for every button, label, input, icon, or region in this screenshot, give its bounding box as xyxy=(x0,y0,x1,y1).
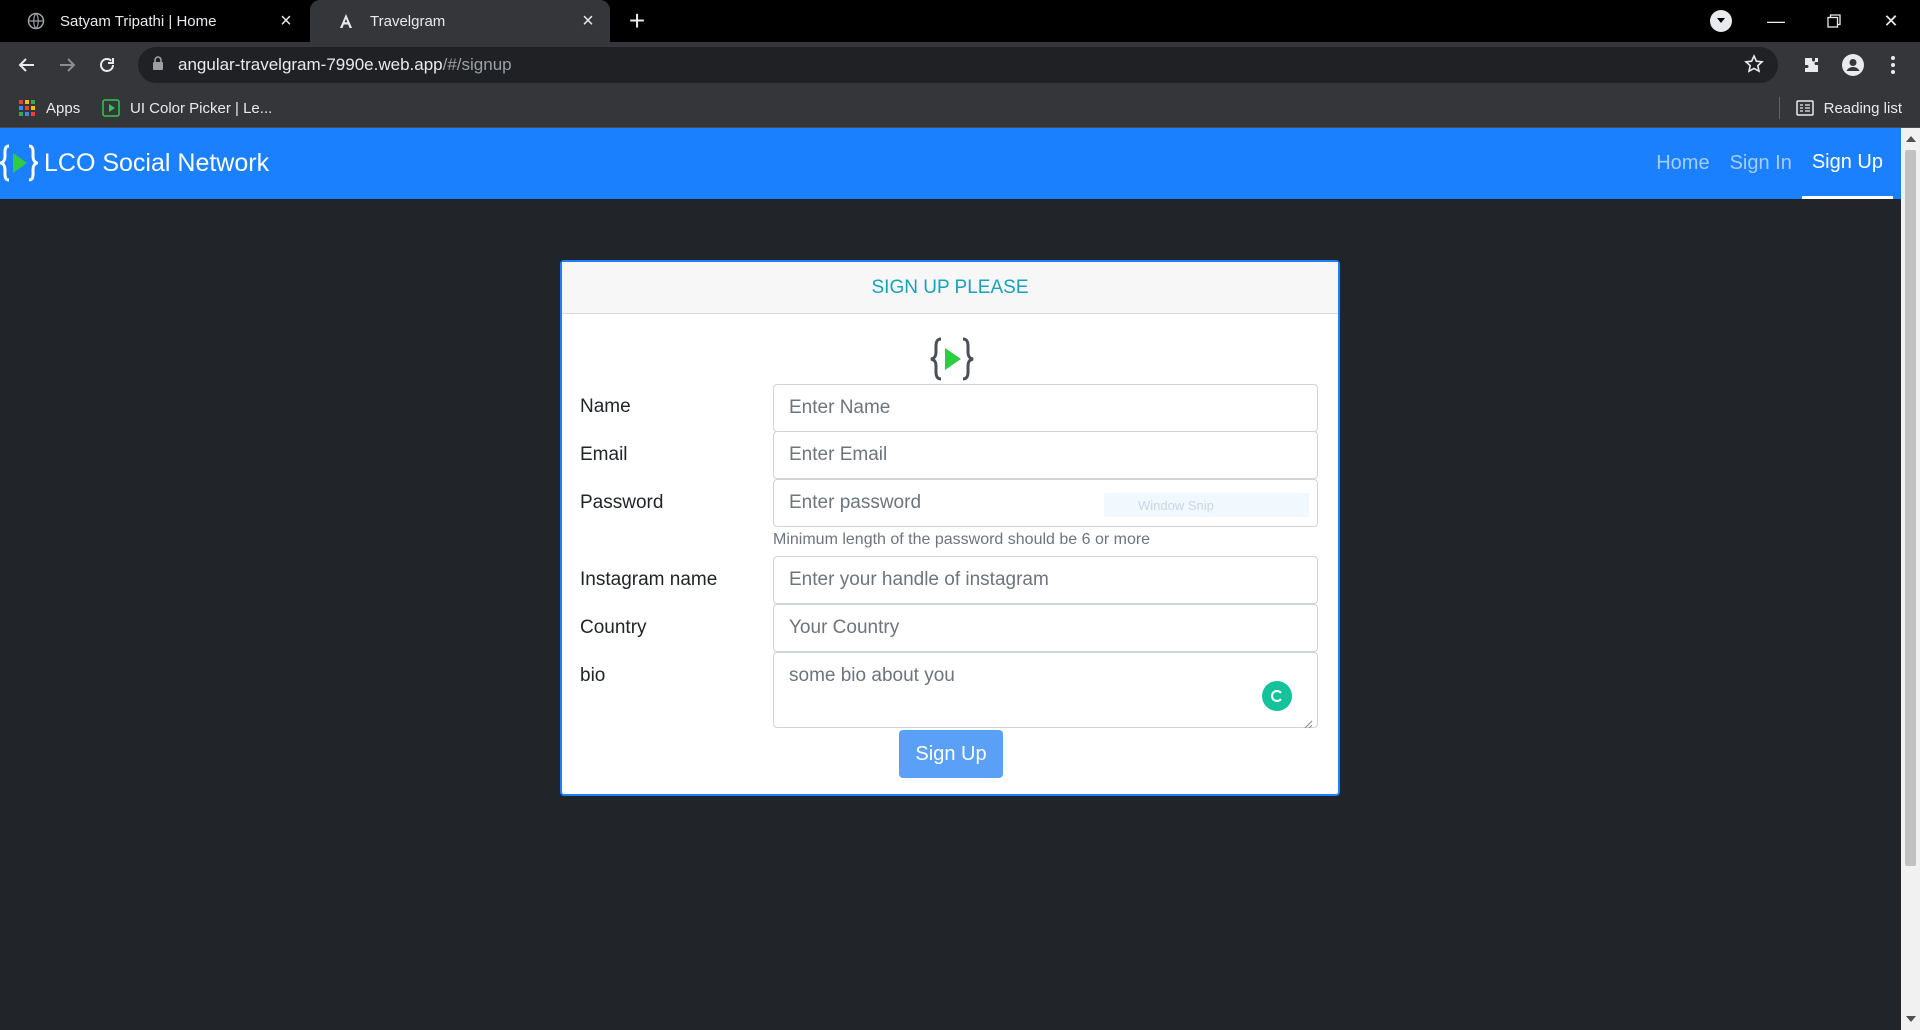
close-tab-icon[interactable]: × xyxy=(274,9,298,33)
instagram-input[interactable]: Enter your handle of instagram xyxy=(773,556,1318,604)
bookmark-label: Apps xyxy=(46,99,81,117)
restore-icon[interactable] xyxy=(1811,0,1857,42)
country-label: Country xyxy=(580,617,647,638)
name-label: Name xyxy=(580,396,631,417)
reading-list-label: Reading list xyxy=(1823,99,1902,117)
profile-icon[interactable] xyxy=(1840,52,1866,78)
close-tab-icon[interactable]: × xyxy=(576,9,600,33)
site-navbar: LCO Social Network Home Sign In Sign Up xyxy=(0,128,1901,199)
sign-up-button[interactable]: Sign Up xyxy=(899,730,1003,778)
signup-logo-icon xyxy=(930,336,974,387)
back-icon[interactable] xyxy=(12,50,42,80)
close-window-icon[interactable]: ✕ xyxy=(1868,0,1914,42)
forward-icon[interactable] xyxy=(52,50,82,80)
scrollbar-thumb[interactable] xyxy=(1905,150,1916,866)
scroll-up-icon[interactable] xyxy=(1906,136,1916,142)
address-bar[interactable]: angular-travelgram-7990e.web.app/#/signu… xyxy=(138,47,1778,83)
new-tab-icon[interactable]: + xyxy=(622,5,652,36)
signup-card: SIGN UP PLEASE Name Enter Name Email Ent… xyxy=(560,260,1340,796)
green-play-icon xyxy=(102,99,120,117)
brand-logo-icon xyxy=(0,143,38,183)
instagram-label: Instagram name xyxy=(580,569,718,590)
reload-icon[interactable] xyxy=(92,50,122,80)
url-text: angular-travelgram-7990e.web.app/#/signu… xyxy=(178,55,512,75)
signup-card-header: SIGN UP PLEASE xyxy=(562,262,1338,314)
bio-placeholder: some bio about you xyxy=(789,665,955,686)
menu-kebab-icon[interactable] xyxy=(1880,52,1906,78)
brand-title: LCO Social Network xyxy=(44,148,270,177)
reading-list-icon xyxy=(1795,100,1814,116)
navbar-links: Home Sign In Sign Up xyxy=(1646,128,1893,199)
tab-satyam-home[interactable]: Satyam Tripathi | Home × xyxy=(0,0,308,42)
tab-travelgram[interactable]: Travelgram × xyxy=(310,0,610,42)
angular-icon xyxy=(336,11,356,31)
browser-tab-strip: Satyam Tripathi | Home × Travelgram × + … xyxy=(0,0,1920,42)
tab-title: Travelgram xyxy=(370,12,446,30)
extensions-icon[interactable] xyxy=(1798,52,1824,78)
bio-textarea[interactable]: some bio about you xyxy=(773,652,1318,729)
tab-search-icon[interactable] xyxy=(1710,10,1732,32)
url-path: /#/signup xyxy=(442,55,512,74)
globe-icon xyxy=(26,11,46,31)
nav-link-home[interactable]: Home xyxy=(1646,128,1719,199)
browser-toolbar: angular-travelgram-7990e.web.app/#/signu… xyxy=(0,42,1920,88)
url-host: angular-travelgram-7990e.web.app xyxy=(178,55,443,74)
bio-label: bio xyxy=(580,665,606,686)
minimize-icon[interactable]: — xyxy=(1753,0,1799,42)
bookmark-apps[interactable]: Apps xyxy=(18,88,80,128)
country-input[interactable]: Your Country xyxy=(773,604,1318,652)
bookmark-ui-color-picker[interactable]: UI Color Picker | Le... xyxy=(102,88,272,128)
page-scrollbar[interactable] xyxy=(1901,128,1920,1030)
snip-tooltip-ghost: Window Snip xyxy=(1104,493,1309,517)
bookmark-label: UI Color Picker | Le... xyxy=(130,99,273,117)
bookmark-star-icon[interactable] xyxy=(1744,54,1764,79)
scroll-down-icon[interactable] xyxy=(1906,1016,1916,1022)
navbar-brand[interactable]: LCO Social Network xyxy=(0,140,269,186)
email-input[interactable]: Enter Email xyxy=(773,431,1318,479)
password-help-text: Minimum length of the password should be… xyxy=(773,531,1151,548)
resize-grip-icon[interactable] xyxy=(1303,713,1313,729)
reading-list-button[interactable]: Reading list xyxy=(1778,88,1902,128)
nav-link-sign-up[interactable]: Sign Up xyxy=(1801,128,1893,199)
nav-link-sign-in[interactable]: Sign In xyxy=(1720,128,1802,199)
bookmark-separator xyxy=(1778,97,1780,119)
grammarly-icon[interactable] xyxy=(1262,681,1292,711)
bookmarks-bar: Apps UI Color Picker | Le... Reading lis… xyxy=(0,88,1920,128)
email-label: Email xyxy=(580,444,628,465)
page-content: LCO Social Network Home Sign In Sign Up … xyxy=(0,128,1901,1030)
tab-title: Satyam Tripathi | Home xyxy=(60,12,217,30)
name-input[interactable]: Enter Name xyxy=(773,384,1318,432)
password-label: Password xyxy=(580,492,664,513)
lock-icon[interactable] xyxy=(152,55,164,75)
apps-grid-icon xyxy=(18,99,36,117)
